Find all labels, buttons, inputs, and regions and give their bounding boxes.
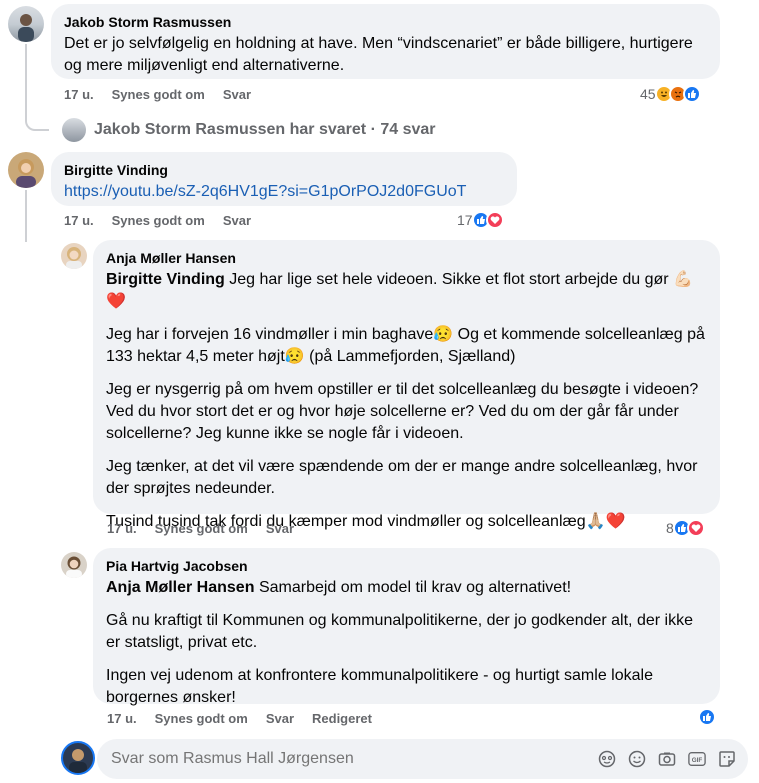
view-replies-link[interactable]: Jakob Storm Rasmussen har svaret · 74 sv…	[62, 118, 436, 142]
like-button[interactable]: Synes godt om	[155, 521, 248, 536]
reply-input[interactable]	[111, 750, 598, 768]
comment-paragraph: Gå nu kraftigt til Kommunen og kommunalp…	[106, 612, 693, 651]
thread-line	[25, 190, 27, 242]
avatar-current-user[interactable]	[61, 741, 95, 775]
reaction-summary[interactable]: 45	[640, 85, 701, 103]
comment-text: Birgitte Vinding Jeg har lige set hele v…	[106, 269, 707, 533]
reply-button[interactable]: Svar	[266, 521, 294, 536]
reply-button[interactable]: Svar	[266, 711, 294, 726]
emoji-icon[interactable]	[628, 750, 646, 768]
comment-link[interactable]: https://youtu.be/sZ-2q6HV1gE?si=G1pOrPOJ…	[64, 181, 504, 203]
reply-button[interactable]: Svar	[223, 87, 251, 102]
comment-paragraph: Birgitte Vinding Jeg har lige set hele v…	[106, 269, 707, 313]
reaction-summary[interactable]	[698, 708, 716, 726]
comment-paragraph: Jeg har i forvejen 16 vindmøller i min b…	[106, 326, 705, 365]
gif-icon[interactable]: GIF	[688, 750, 706, 768]
thread-line-curve	[25, 119, 49, 131]
comment-text: Anja Møller Hansen Samarbejd om model ti…	[106, 577, 707, 709]
like-icon	[698, 708, 716, 726]
like-button[interactable]: Synes godt om	[112, 213, 205, 228]
avatar-birgitte[interactable]	[8, 152, 44, 188]
comment-bubble-anja: Anja Møller Hansen Birgitte Vinding Jeg …	[93, 240, 720, 530]
love-icon	[686, 519, 705, 537]
comment-paragraph: Ingen vej udenom at konfrontere kommunal…	[106, 667, 653, 706]
composer-toolbar: GIF	[598, 750, 748, 768]
comment-actions: 17 u. Synes godt om Svar	[107, 521, 294, 536]
comment-actions: 17 u. Synes godt om Svar	[64, 87, 251, 102]
reaction-count: 45	[640, 86, 656, 102]
comment-paragraph-text: Samarbejd om model til krav og alternati…	[258, 579, 572, 596]
camera-icon[interactable]	[658, 750, 676, 768]
avatar-jakob[interactable]	[8, 6, 44, 42]
reply-composer[interactable]: GIF	[97, 739, 748, 779]
comment-text: Det er jo selvfølgelig en holdning at ha…	[64, 35, 693, 74]
comment-time[interactable]: 17 u.	[64, 213, 94, 228]
replies-summary-text: Jakob Storm Rasmussen har svaret · 74 sv…	[94, 121, 436, 138]
comment-author[interactable]: Birgitte Vinding	[64, 161, 504, 179]
thread-line	[25, 44, 27, 120]
comment-author[interactable]: Pia Hartvig Jacobsen	[106, 557, 707, 575]
comment-time[interactable]: 17 u.	[64, 87, 94, 102]
reaction-count: 17	[457, 212, 473, 228]
reply-button[interactable]: Svar	[223, 213, 251, 228]
avatar-anja[interactable]	[61, 243, 87, 269]
edited-label[interactable]: Redigeret	[312, 711, 372, 726]
love-icon	[485, 211, 504, 229]
avatar-jakob-small	[62, 118, 86, 142]
like-button[interactable]: Synes godt om	[112, 87, 205, 102]
mention-link[interactable]: Birgitte Vinding	[106, 271, 225, 288]
comment-bubble-pia: Pia Hartvig Jacobsen Anja Møller Hansen …	[93, 548, 720, 706]
comment-actions: 17 u. Synes godt om Svar Redigeret	[107, 711, 372, 726]
svg-text:GIF: GIF	[692, 757, 703, 764]
comment-paragraph: Jeg er nysgerrig på om hvem opstiller er…	[106, 381, 699, 442]
sticker-icon[interactable]	[718, 750, 736, 768]
mention-link[interactable]: Anja Møller Hansen	[106, 579, 254, 596]
avatar-pia[interactable]	[61, 552, 87, 578]
comment-bubble-birgitte: Birgitte Vinding https://youtu.be/sZ-2q6…	[51, 152, 517, 206]
like-icon	[682, 85, 701, 103]
comment-author[interactable]: Anja Møller Hansen	[106, 249, 707, 267]
comment-time[interactable]: 17 u.	[107, 521, 137, 536]
reaction-summary[interactable]: 17	[457, 211, 504, 229]
comment-time[interactable]: 17 u.	[107, 711, 137, 726]
comment-paragraph: Anja Møller Hansen Samarbejd om model ti…	[106, 577, 707, 599]
comment-author[interactable]: Jakob Storm Rasmussen	[64, 13, 707, 31]
comment-paragraph: Jeg tænker, at det vil være spændende om…	[106, 458, 698, 497]
comment-actions: 17 u. Synes godt om Svar	[64, 213, 251, 228]
avatar-sticker-icon[interactable]	[598, 750, 616, 768]
like-button[interactable]: Synes godt om	[155, 711, 248, 726]
reaction-summary[interactable]: 8	[666, 519, 705, 537]
comment-bubble-jakob: Jakob Storm Rasmussen Det er jo selvfølg…	[51, 4, 720, 79]
